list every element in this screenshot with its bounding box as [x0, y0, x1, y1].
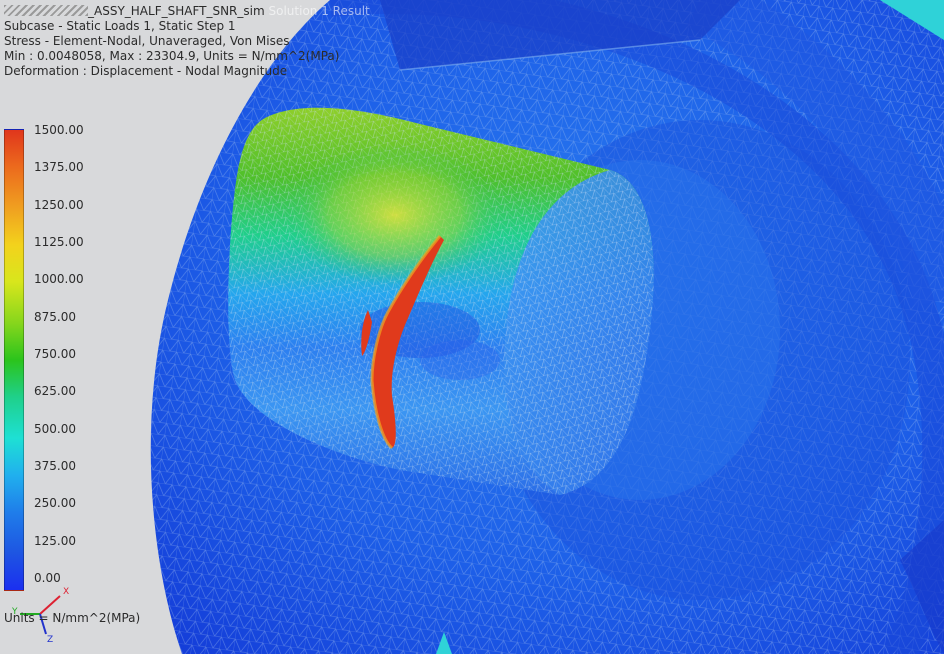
subcase-line: Subcase - Static Loads 1, Static Step 1 — [4, 19, 236, 33]
legend-label: 0.00 — [34, 571, 61, 585]
legend-color-bar — [4, 129, 24, 591]
deformation-line: Deformation : Displacement - Nodal Magni… — [4, 64, 288, 78]
units-label: Units = N/mm^2(MPa) — [4, 611, 141, 625]
redacted-title-prefix — [4, 5, 88, 16]
legend-label: 1000.00 — [34, 272, 84, 287]
legend-label: 1125.00 — [34, 235, 84, 249]
result-title: _ASSY_HALF_SHAFT_SNR_sim Solution 1 Resu… — [4, 4, 370, 19]
fem-result-viewport[interactable] — [0, 0, 944, 654]
legend-label: 1250.00 — [34, 197, 84, 212]
legend-label: 250.00 — [34, 496, 76, 511]
triad-z-label: Z — [47, 635, 53, 644]
minmax-line: Min : 0.0048058, Max : 23304.9, Units = … — [4, 49, 340, 63]
legend-label: 1375.00 — [34, 160, 84, 175]
result-header: _ASSY_HALF_SHAFT_SNR_sim Solution 1 Resu… — [4, 4, 370, 79]
legend-label: 500.00 — [34, 421, 76, 436]
legend-label: 875.00 — [34, 309, 76, 324]
legend-label: 1500.00 — [34, 123, 84, 137]
legend-label: 750.00 — [34, 347, 76, 361]
legend-label: 125.00 — [34, 533, 76, 548]
legend-label: 625.00 — [34, 384, 76, 399]
triad-x-label: X — [63, 587, 69, 597]
legend-label: 375.00 — [34, 459, 76, 473]
stress-line: Stress - Element-Nodal, Unaveraged, Von … — [4, 34, 290, 48]
